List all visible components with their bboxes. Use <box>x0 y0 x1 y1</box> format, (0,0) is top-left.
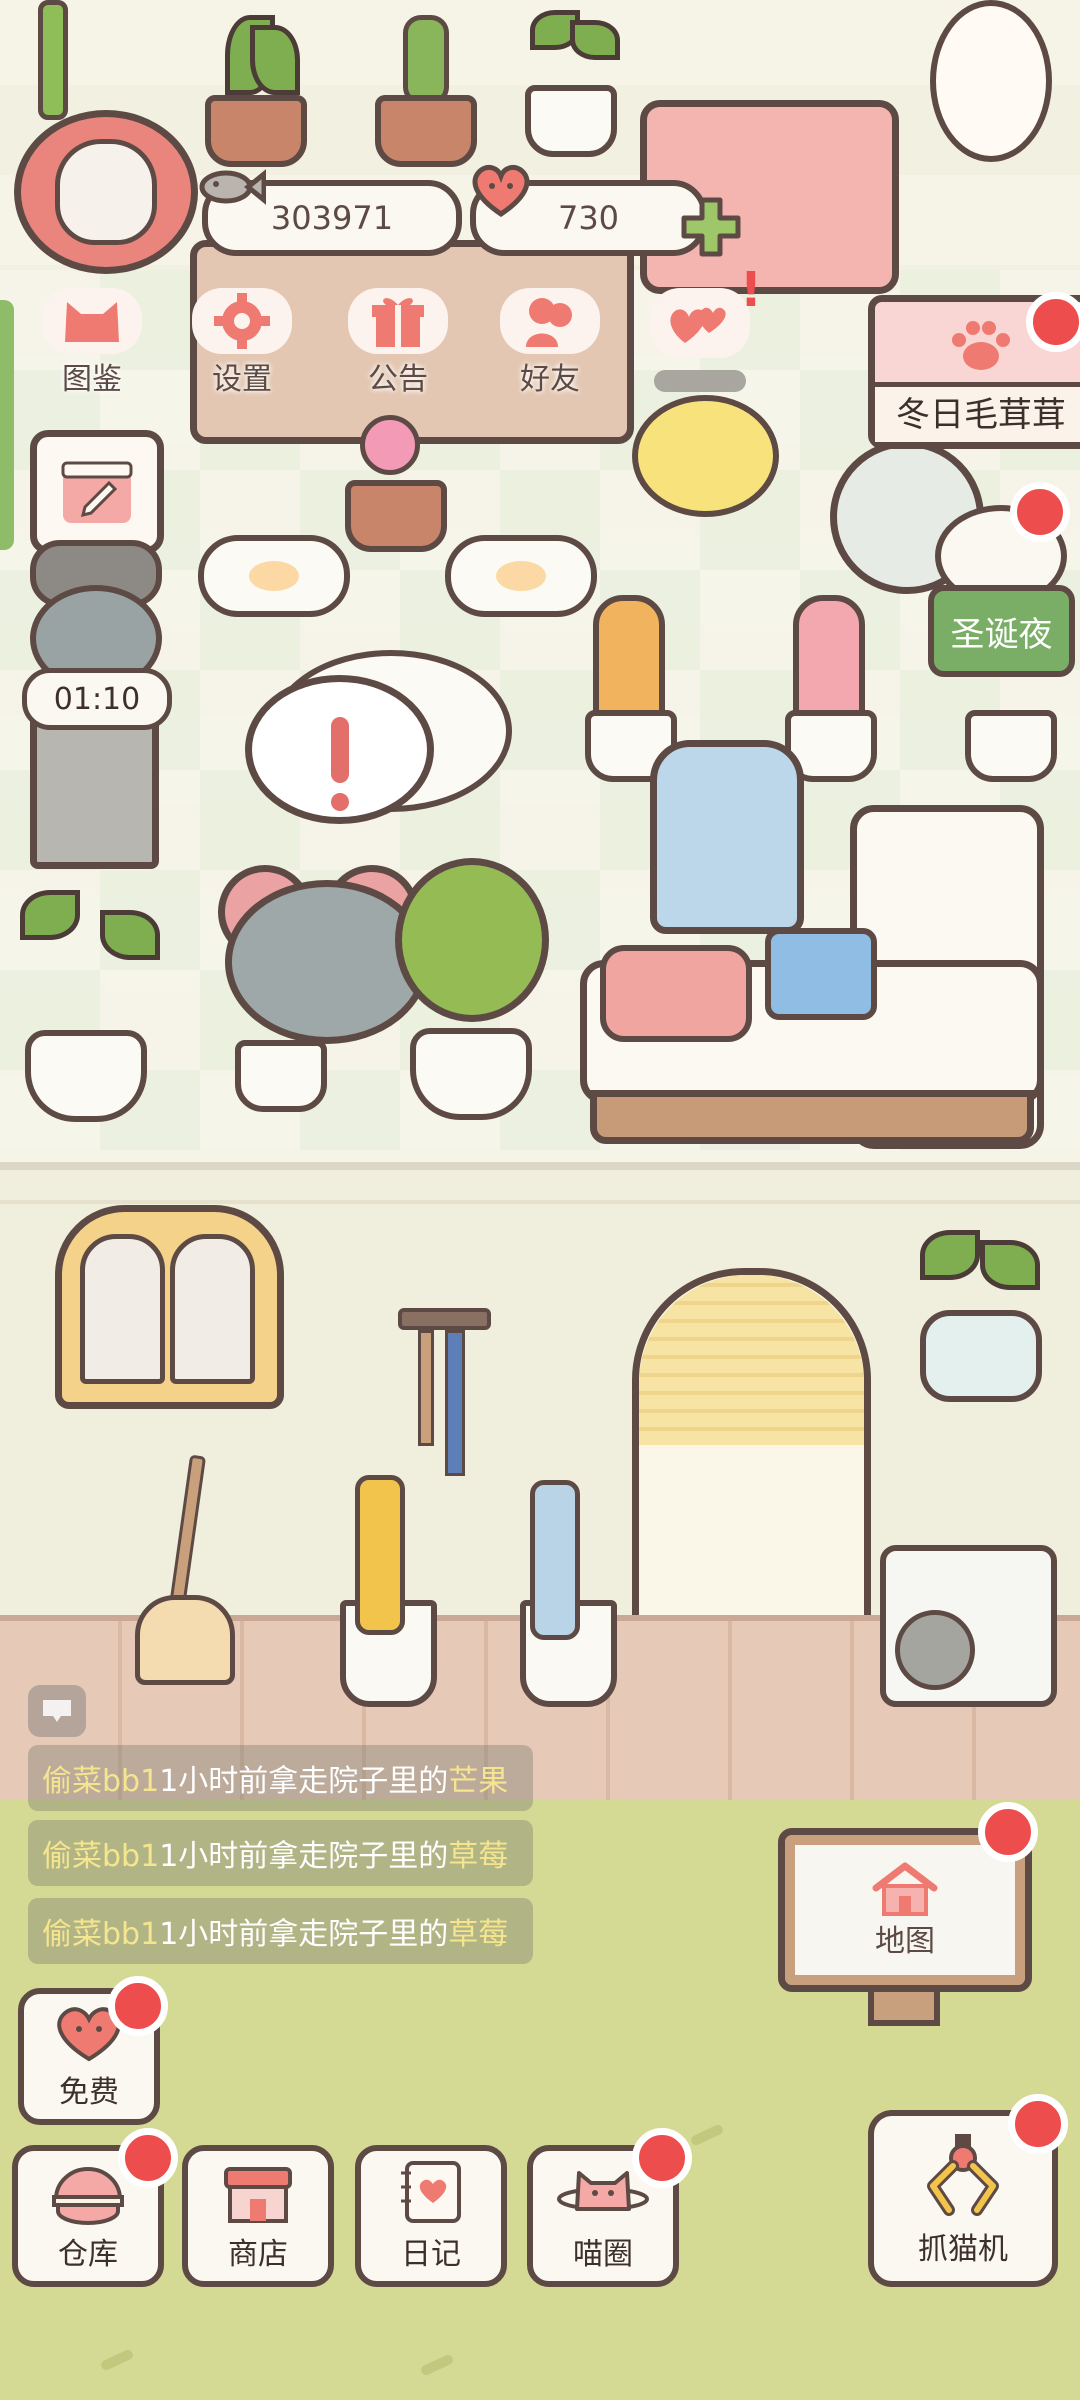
fish-icon <box>196 162 266 212</box>
diary-icon <box>401 2161 461 2223</box>
duck-toy <box>632 395 779 517</box>
shop-label: 商店 <box>228 2237 288 2272</box>
bunny-plush <box>930 0 1052 162</box>
chat-toggle-button[interactable] <box>28 1685 86 1737</box>
winter-event-notification-dot <box>1026 292 1080 352</box>
hearts-icon <box>650 288 750 358</box>
ac-fan <box>895 1610 975 1690</box>
log-user: 偷菜bb1 <box>42 1917 160 1952</box>
catalog-label: 图鉴 <box>62 362 122 397</box>
activity-log-row: 偷菜bb1 1小时前拿走院子里的 草莓 <box>28 1898 533 1964</box>
potted-bush <box>225 940 335 1120</box>
round-tree <box>395 858 549 1138</box>
log-text: 1小时前拿走院子里的 <box>159 1917 449 1952</box>
activity-log-row: 偷菜bb1 1小时前拿走院子里的 芒果 <box>28 1745 533 1811</box>
camera <box>765 928 877 1020</box>
log-text: 1小时前拿走院子里的 <box>159 1764 449 1799</box>
window-pane-right <box>170 1234 255 1384</box>
stool-left <box>198 535 350 617</box>
announcement-label: 公告 <box>368 362 428 397</box>
friends-label: 好友 <box>520 362 580 397</box>
gear-icon <box>192 288 292 354</box>
blue-brush <box>445 1330 465 1476</box>
shop-icon <box>224 2167 292 2223</box>
wall-trim <box>0 1200 1080 1204</box>
hearts-progress-bar <box>654 370 746 392</box>
gift-icon <box>348 288 448 354</box>
cat-head-icon <box>42 288 142 354</box>
log-user: 偷菜bb1 <box>42 1764 160 1799</box>
paw-icon <box>952 321 1010 370</box>
log-user: 偷菜bb1 <box>42 1839 160 1874</box>
friends-button[interactable]: 好友 <box>490 288 610 398</box>
map-label: 地图 <box>875 1924 935 1959</box>
player-avatar[interactable] <box>14 110 198 274</box>
fish-currency-value: 303971 <box>270 199 394 237</box>
christmas-notification-dot <box>1010 482 1070 542</box>
chat-bubble-icon <box>43 1700 71 1722</box>
friends-icon <box>500 288 600 354</box>
log-text: 1小时前拿走院子里的 <box>159 1839 449 1874</box>
hanging-rack <box>398 1308 491 1330</box>
diary-label: 日记 <box>401 2237 461 2272</box>
add-hearts-button[interactable] <box>676 192 746 262</box>
claw-notification-dot <box>1008 2094 1068 2154</box>
window-pane-left <box>80 1234 165 1384</box>
map-notification-dot <box>978 1802 1038 1862</box>
timer-value: 01:10 <box>53 681 141 717</box>
potted-flower <box>340 395 447 552</box>
exclamation-icon <box>330 716 349 811</box>
countdown-timer: 01:10 <box>22 668 172 730</box>
log-item: 草莓 <box>448 1839 509 1874</box>
catalog-button[interactable]: 图鉴 <box>32 288 152 398</box>
announcement-button[interactable]: 公告 <box>338 288 458 398</box>
leafy-plant-left <box>10 880 160 1140</box>
armchair <box>650 740 804 934</box>
settings-button[interactable]: 设置 <box>182 288 302 398</box>
house-icon <box>872 1862 938 1916</box>
shop-button[interactable]: 商店 <box>182 2145 334 2287</box>
yellow-mop <box>355 1475 405 1635</box>
avatar-face <box>55 139 157 245</box>
log-item: 芒果 <box>448 1764 509 1799</box>
claw-icon <box>927 2133 999 2216</box>
umbrella <box>530 1480 580 1640</box>
storage-label: 仓库 <box>58 2237 118 2272</box>
bamboo-plant <box>20 0 80 120</box>
side-drawer-handle[interactable] <box>0 300 14 550</box>
duster <box>418 1330 434 1446</box>
sofa-base <box>590 1090 1034 1144</box>
diary-button[interactable]: 日记 <box>355 2145 507 2287</box>
notepad-icon <box>61 461 133 523</box>
plus-icon <box>681 197 741 257</box>
heart-currency-value: 730 <box>557 199 620 237</box>
aloe-plant <box>205 15 307 167</box>
telephone <box>600 945 752 1042</box>
sprout-plant <box>520 0 620 157</box>
free-label: 免费 <box>59 2074 119 2110</box>
task-notepad-button[interactable] <box>30 430 164 554</box>
floor-divider <box>0 1162 1080 1170</box>
broom <box>130 1454 240 1695</box>
winter-event-label: 冬日毛茸茸 <box>875 382 1080 442</box>
glass-plant <box>910 1210 1050 1402</box>
window <box>55 1205 284 1409</box>
free-notification-dot <box>108 1976 168 2036</box>
christmas-event-label: 圣诞夜 <box>950 614 1053 655</box>
cat-circle-label: 喵圈 <box>573 2237 633 2272</box>
alert-speech-bubble[interactable] <box>245 675 434 824</box>
log-item: 草莓 <box>448 1917 509 1952</box>
claw-machine-label: 抓猫机 <box>918 2231 1008 2267</box>
heart-currency-icon <box>466 160 536 220</box>
activity-log-row: 偷菜bb1 1小时前拿走院子里的 草莓 <box>28 1820 533 1886</box>
cat-circle-notification-dot <box>632 2128 692 2188</box>
christmas-event-tag[interactable]: 圣诞夜 <box>928 585 1075 677</box>
settings-label: 设置 <box>212 362 272 397</box>
cactus-plant <box>375 15 477 167</box>
hearts-alert-icon: ! <box>740 262 762 318</box>
storage-notification-dot <box>118 2128 178 2188</box>
storage-icon <box>52 2167 124 2225</box>
